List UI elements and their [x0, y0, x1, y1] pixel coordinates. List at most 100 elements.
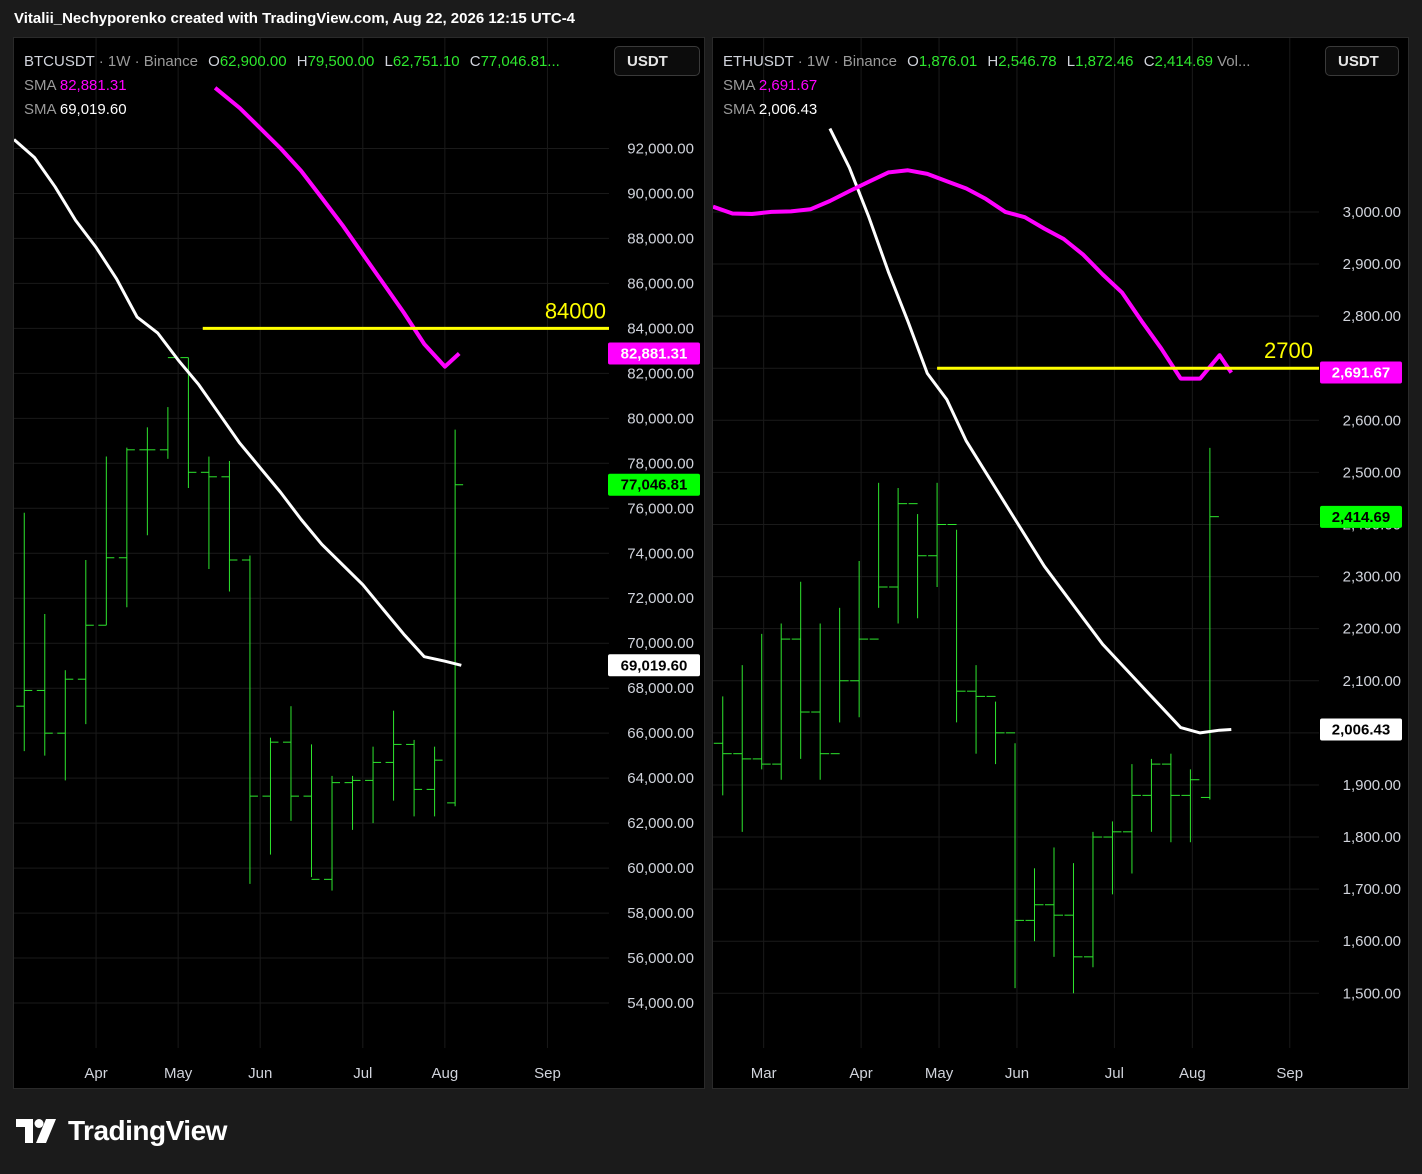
btc-currency-button[interactable]: USDT — [614, 46, 700, 76]
eth-price-tag: 2,691.67 — [1320, 361, 1402, 384]
btc-y-tick-label: 58,000.00 — [627, 905, 694, 922]
svg-text:69,019.60: 69,019.60 — [621, 657, 688, 674]
btc-price-tag: 69,019.60 — [608, 654, 700, 677]
btc-grid — [14, 38, 609, 1048]
btc-ohlc-bar — [16, 512, 33, 752]
eth-y-tick-label: 1,700.00 — [1343, 881, 1401, 898]
eth-y-tick-label: 2,200.00 — [1343, 621, 1401, 638]
eth-y-axis: 3,000.002,900.002,800.002,700.002,600.00… — [1343, 204, 1401, 1002]
btc-ohlc-bar — [36, 613, 53, 756]
btc-ohlc-bar — [262, 737, 279, 855]
eth-ohlc-bar — [1103, 821, 1122, 895]
btc-level-label: 84000 — [545, 298, 606, 323]
btc-ohlc-bar — [241, 555, 258, 884]
btc-sma-fast-line — [213, 86, 461, 369]
eth-price-tag: 2,006.43 — [1320, 718, 1402, 741]
eth-y-tick-label: 2,600.00 — [1343, 412, 1401, 429]
btc-ohlc-bar — [303, 744, 320, 880]
btc-x-tick-label: Jun — [248, 1065, 272, 1082]
btc-y-tick-label: 66,000.00 — [627, 725, 694, 742]
btc-chart-svg[interactable]: 92,000.00 90,000.00 88,000.00 86,000.00 84,0… — [14, 38, 706, 1090]
svg-text:2,414.69: 2,414.69 — [1332, 509, 1390, 526]
btc-price-tag: 77,046.81 — [608, 473, 700, 496]
eth-ohlc-bar — [986, 695, 1005, 765]
btc-ohlc-bar — [139, 427, 156, 536]
btc-x-tick-label: Jul — [353, 1065, 372, 1082]
btc-price-tag: 82,881.31 — [608, 342, 700, 365]
svg-text:2,691.67: 2,691.67 — [1332, 365, 1390, 382]
btc-ohlc-bar — [159, 357, 176, 459]
eth-ohlc-bar — [1006, 732, 1025, 989]
btc-ohlc-bar — [282, 706, 299, 821]
chart-caption: Vitalii_Nechyporenko created with Tradin… — [14, 10, 576, 27]
tradingview-logo-icon — [16, 1119, 56, 1143]
btc-sma-slow-line — [14, 138, 462, 667]
eth-ohlc-bar — [1025, 868, 1044, 942]
eth-plot-area — [713, 127, 1233, 994]
eth-ohlc-bar — [733, 665, 752, 832]
eth-x-axis: Mar Apr May Jun Jul Aug Sep — [751, 1065, 1303, 1082]
eth-chart-pane[interactable]: 3,000.002,900.002,800.002,700.002,600.00… — [712, 37, 1409, 1089]
btc-y-tick-label: 64,000.00 — [627, 770, 694, 787]
eth-ohlc-bar — [1161, 753, 1180, 843]
btc-y-tick-label: 74,000.00 — [627, 545, 694, 562]
eth-y-tick-label: 1,800.00 — [1343, 829, 1401, 846]
eth-ohlc-bar — [1064, 863, 1083, 994]
eth-x-tick-label: Mar — [751, 1065, 777, 1082]
btc-ohlc-bar — [426, 746, 443, 817]
btc-y-tick-label: 60,000.00 — [627, 860, 694, 877]
eth-y-tick-label: 1,500.00 — [1343, 985, 1401, 1002]
svg-text:77,046.81: 77,046.81 — [621, 477, 688, 494]
eth-x-tick-label: Jul — [1105, 1065, 1124, 1082]
eth-ohlc-bars — [713, 447, 1219, 994]
btc-ohlc-bar — [447, 429, 464, 807]
btc-ohlc-bar — [118, 447, 135, 608]
tradingview-logo-text: TradingView — [68, 1115, 227, 1146]
btc-x-tick-label: Apr — [84, 1065, 107, 1082]
eth-y-tick-label: 1,600.00 — [1343, 933, 1401, 950]
eth-ohlc-bar — [752, 633, 771, 770]
btc-y-tick-label: 62,000.00 — [627, 815, 694, 832]
eth-ohlc-bar — [1083, 831, 1102, 968]
eth-chart-svg[interactable]: 3,000.002,900.002,800.002,700.002,600.00… — [713, 38, 1410, 1090]
eth-price-tag: 2,414.69 — [1320, 505, 1402, 528]
btc-y-tick-label: 70,000.00 — [627, 635, 694, 652]
eth-ohlc-bar — [1044, 847, 1063, 957]
btc-x-tick-label: May — [164, 1065, 193, 1082]
svg-text:82,881.31: 82,881.31 — [621, 346, 688, 363]
eth-ohlc-bar — [713, 696, 732, 796]
eth-y-tick-label: 2,100.00 — [1343, 673, 1401, 690]
eth-ohlc-bar — [811, 623, 830, 780]
btc-y-tick-label: 72,000.00 — [627, 590, 694, 607]
eth-x-tick-label: Sep — [1276, 1065, 1303, 1082]
btc-x-axis: Apr May Jun Jul Aug Sep — [84, 1065, 560, 1082]
eth-ohlc-bar — [967, 665, 986, 754]
btc-ohlc-bar — [98, 456, 115, 626]
eth-ohlc-bar — [791, 581, 810, 759]
svg-text:2,006.43: 2,006.43 — [1332, 722, 1390, 739]
eth-ohlc-bar — [908, 503, 927, 619]
btc-x-tick-label: Sep — [534, 1065, 561, 1082]
eth-currency-button[interactable]: USDT — [1325, 46, 1399, 76]
btc-y-tick-label: 84,000.00 — [627, 320, 694, 337]
eth-x-tick-label: Aug — [1179, 1065, 1206, 1082]
btc-ohlc-bar — [77, 560, 94, 725]
btc-y-tick-label: 54,000.00 — [627, 995, 694, 1012]
btc-y-axis: 92,000.00 90,000.00 88,000.00 86,000.00 84,0… — [627, 140, 694, 1012]
btc-chart-pane[interactable]: 92,000.00 90,000.00 88,000.00 86,000.00 84,0… — [13, 37, 705, 1089]
tradingview-logo[interactable]: TradingView — [16, 1115, 227, 1147]
eth-y-tick-label: 2,300.00 — [1343, 569, 1401, 586]
btc-y-tick-label: 86,000.00 — [627, 275, 694, 292]
btc-plot-area — [14, 86, 464, 891]
eth-sma-fast-line — [713, 168, 1233, 381]
btc-y-tick-label: 88,000.00 — [627, 230, 694, 247]
btc-ohlc-bar — [324, 775, 341, 891]
eth-y-tick-label: 2,800.00 — [1343, 308, 1401, 325]
btc-ohlc-bar — [365, 746, 382, 824]
eth-y-tick-label: 1,900.00 — [1343, 777, 1401, 794]
eth-grid — [713, 38, 1319, 1048]
eth-ohlc-bar — [1142, 758, 1161, 832]
btc-y-tick-label: 68,000.00 — [627, 680, 694, 697]
eth-x-tick-label: May — [925, 1065, 954, 1082]
eth-level-label: 2700 — [1264, 338, 1313, 363]
